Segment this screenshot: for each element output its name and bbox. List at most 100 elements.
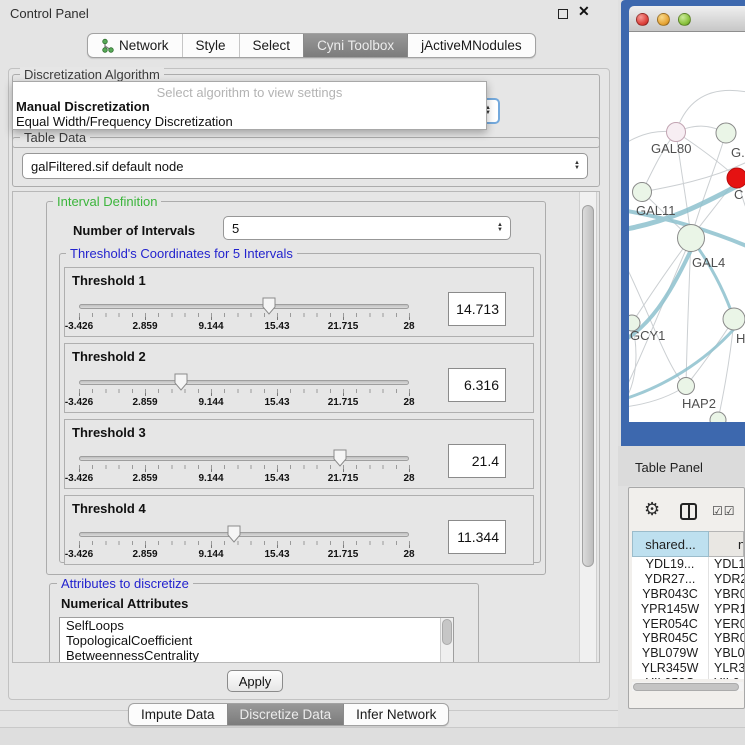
tab-select[interactable]: Select (239, 34, 304, 57)
scale-label: 2.859 (132, 321, 157, 332)
table-row[interactable]: YBR045CYBR0 (632, 631, 744, 646)
scale-label: -3.426 (65, 397, 93, 408)
algorithm-dropdown-popup: Select algorithm to view settings Manual… (12, 81, 487, 130)
tab-label: Select (253, 34, 291, 57)
tab-label: Cyni Toolbox (317, 34, 394, 57)
tab-discretize-data[interactable]: Discretize Data (227, 704, 344, 725)
dropdown-option-manual-discretization[interactable]: Manual Discretization (16, 99, 150, 114)
vertical-scrollbar[interactable] (579, 192, 597, 662)
dropdown-option-equal-width-frequency[interactable]: Equal Width/Frequency Discretization (16, 114, 233, 129)
network-node[interactable] (716, 123, 736, 143)
column-header-name[interactable]: na (709, 531, 744, 557)
tab-label: Infer Network (356, 704, 436, 725)
threshold-value-field[interactable]: 11.344 (448, 520, 506, 554)
table-row[interactable]: YBR043CYBR0 (632, 587, 744, 602)
slider-ticks (79, 541, 410, 545)
number-of-intervals-label: Number of Intervals (73, 223, 195, 238)
table-cell: YDR2 (709, 572, 744, 587)
scale-label: 21.715 (328, 473, 359, 484)
table-cell: YBR0 (709, 631, 744, 646)
network-node-selected-red[interactable] (727, 168, 745, 188)
table-cell: YBR0 (709, 587, 744, 602)
list-item[interactable]: TopologicalCoefficient (60, 633, 453, 648)
threshold-slider-track[interactable] (79, 456, 409, 461)
close-traffic-light-icon[interactable] (636, 13, 649, 26)
horizontal-scrollbar[interactable] (632, 682, 743, 691)
minimize-traffic-light-icon[interactable] (657, 13, 670, 26)
list-scrollbar[interactable] (440, 618, 453, 663)
scale-label: 28 (403, 549, 414, 560)
node-label: GAL80 (651, 141, 691, 156)
zoom-traffic-light-icon[interactable] (678, 13, 691, 26)
apply-button[interactable]: Apply (227, 670, 283, 692)
scrollbar-thumb[interactable] (442, 619, 452, 645)
slider-scale-labels: -3.4262.8599.14415.4321.71528 (79, 397, 409, 409)
tab-jactivemnodules[interactable]: jActiveMNodules (407, 34, 535, 57)
network-node-gal80[interactable] (667, 123, 686, 142)
table-row[interactable]: YPR145WYPR1 (632, 602, 744, 617)
scrollbar-thumb[interactable] (582, 205, 594, 567)
threshold-label: Threshold 3 (72, 425, 146, 440)
node-label: GCY1 (630, 328, 665, 343)
list-item[interactable]: BetweennessCentrality (60, 648, 453, 663)
algorithm-group-title: Discretization Algorithm (20, 67, 164, 82)
threshold-slider-track[interactable] (79, 304, 409, 309)
network-node-gal4[interactable] (678, 225, 705, 252)
number-of-intervals-combobox[interactable]: 5 ▲▼ (223, 216, 511, 240)
slider-ticks (79, 465, 410, 469)
threshold-slider-track[interactable] (79, 532, 409, 537)
tab-infer-network[interactable]: Infer Network (343, 704, 448, 725)
network-node-gal11[interactable] (633, 183, 652, 202)
table-cell: YDL1 (709, 557, 744, 572)
threshold-2-panel: Threshold 2 -3.4262.8599.14415.4321.7152… (64, 343, 534, 413)
close-icon[interactable]: ✕ (578, 3, 590, 20)
table-row[interactable]: YLR345WYLR3 (632, 661, 744, 676)
threshold-value-field[interactable]: 6.316 (448, 368, 506, 402)
threshold-value-field[interactable]: 21.4 (448, 444, 506, 478)
threshold-1-panel: Threshold 1 -3.4262.8599.14415.4321.7152… (64, 267, 534, 337)
settings-scroll-panel: Interval Definition Number of Intervals … (12, 191, 600, 663)
table-row[interactable]: YBL079WYBL0 (632, 646, 744, 661)
table-cell: YLR345W (632, 661, 709, 676)
tab-label: jActiveMNodules (421, 34, 522, 57)
network-canvas[interactable]: GAL80 G. C GAL11 GAL4 GCY1 H HAP2 (629, 32, 745, 422)
screen: Control Panel ✕ Network Style Select Cyn… (0, 0, 745, 745)
scale-label: 15.43 (264, 473, 289, 484)
table-header-row: shared... na (632, 531, 744, 557)
list-item[interactable]: SelfLoops (60, 618, 453, 633)
table-row[interactable]: YDR27...YDR2 (632, 572, 744, 587)
tab-cyni-toolbox[interactable]: Cyni Toolbox (303, 34, 407, 57)
node-label: GAL11 (636, 203, 676, 218)
slider-scale-labels: -3.4262.8599.14415.4321.71528 (79, 321, 409, 333)
float-window-icon[interactable] (558, 9, 568, 19)
network-node-hap2[interactable] (678, 378, 695, 395)
threshold-3-panel: Threshold 3 -3.4262.8599.14415.4321.7152… (64, 419, 534, 489)
node-label: GAL4 (692, 255, 725, 270)
scale-label: 9.144 (198, 549, 223, 560)
scrollbar-thumb[interactable] (633, 683, 739, 691)
threshold-slider-track[interactable] (79, 380, 409, 385)
table-row[interactable]: YER054CYER0 (632, 617, 744, 632)
tab-network[interactable]: Network (88, 34, 182, 57)
split-columns-icon[interactable] (680, 503, 697, 520)
column-header-shared-name[interactable]: shared... (632, 531, 709, 557)
table-row[interactable]: YDL19...YDL1 (632, 557, 744, 572)
tab-label: Discretize Data (240, 704, 332, 725)
numerical-attributes-list[interactable]: SelfLoops TopologicalCoefficient Between… (59, 617, 454, 663)
threshold-label: Threshold 2 (72, 349, 146, 364)
tab-impute-data[interactable]: Impute Data (129, 704, 227, 725)
table-data-combobox[interactable]: galFiltered.sif default node ▲▼ (22, 153, 588, 179)
tab-style[interactable]: Style (182, 34, 239, 57)
table-row[interactable]: YIL052CYIL0 (632, 676, 744, 679)
gear-icon[interactable]: ⚙ (644, 500, 660, 518)
threshold-value-field[interactable]: 14.713 (448, 292, 506, 326)
table-cell: YIL0 (709, 676, 744, 679)
threshold-4-panel: Threshold 4 -3.4262.8599.14415.4321.7152… (64, 495, 534, 565)
table-cell: YDL19... (632, 557, 709, 572)
dropdown-prompt: Select algorithm to view settings (13, 85, 486, 100)
tab-label: Network (119, 34, 169, 57)
network-node-h[interactable] (723, 308, 745, 330)
network-node[interactable] (710, 412, 726, 422)
select-columns-icons[interactable]: ☑☑ (712, 504, 736, 518)
scale-label: 28 (403, 397, 414, 408)
